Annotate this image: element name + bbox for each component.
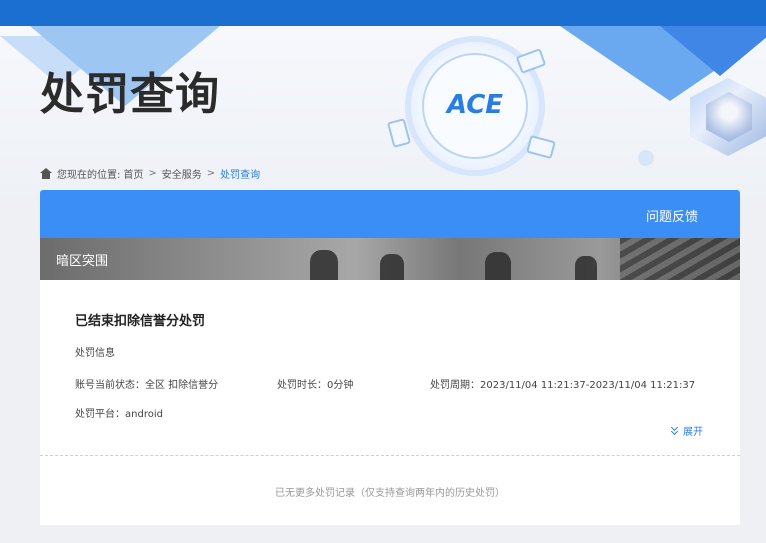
penalty-period: 处罚周期：2023/11/04 11:21:37-2023/11/04 11:2… [430,380,696,391]
decor-triangle [660,26,766,76]
ace-logo: ACE [446,90,504,120]
no-more-records-note: 已无更多处罚记录（仅支持查询两年内的历史处罚） [275,488,505,499]
breadcrumb: 您现在的位置: 首页 > 安全服务 > 处罚查询 [40,166,260,181]
breadcrumb-separator: > [206,167,216,179]
account-status: 账号当前状态：全区 扣除信誉分 [75,380,219,391]
breadcrumb-item-home[interactable]: 首页 [123,166,143,181]
penalty-status-title: 已结束扣除信誉分处罚 [75,314,206,329]
penalty-platform: 处罚平台：android [75,409,163,420]
banner-art [620,238,740,280]
feedback-button[interactable]: 问题反馈 [646,206,698,225]
breadcrumb-current[interactable]: 处罚查询 [220,166,260,181]
banner-art [380,254,404,280]
chevron-double-down-icon [670,423,680,436]
home-icon [40,167,52,179]
breadcrumb-separator: > [148,167,157,179]
penalty-info-label: 处罚信息 [75,348,115,359]
breadcrumb-prefix: 您现在的位置: [57,169,121,181]
banner-art [310,250,338,280]
page-title: 处罚查询 [40,69,220,120]
penalty-record-card: 已结束扣除信誉分处罚 处罚信息 账号当前状态：全区 扣除信誉分 处罚时长：0分钟… [40,280,740,525]
top-bar [0,0,766,26]
game-banner: 暗区突围 [40,238,740,280]
banner-art [485,252,511,280]
expand-label: 展开 [683,427,703,438]
breadcrumb-item-security[interactable]: 安全服务 [162,166,202,181]
penalty-duration: 处罚时长：0分钟 [277,380,354,391]
expand-button[interactable]: 展开 [670,423,703,438]
divider [40,455,740,456]
banner-art [575,256,597,280]
panel-header: 问题反馈 [40,190,740,238]
decor-dot [638,150,654,166]
game-name: 暗区突围 [56,254,109,269]
